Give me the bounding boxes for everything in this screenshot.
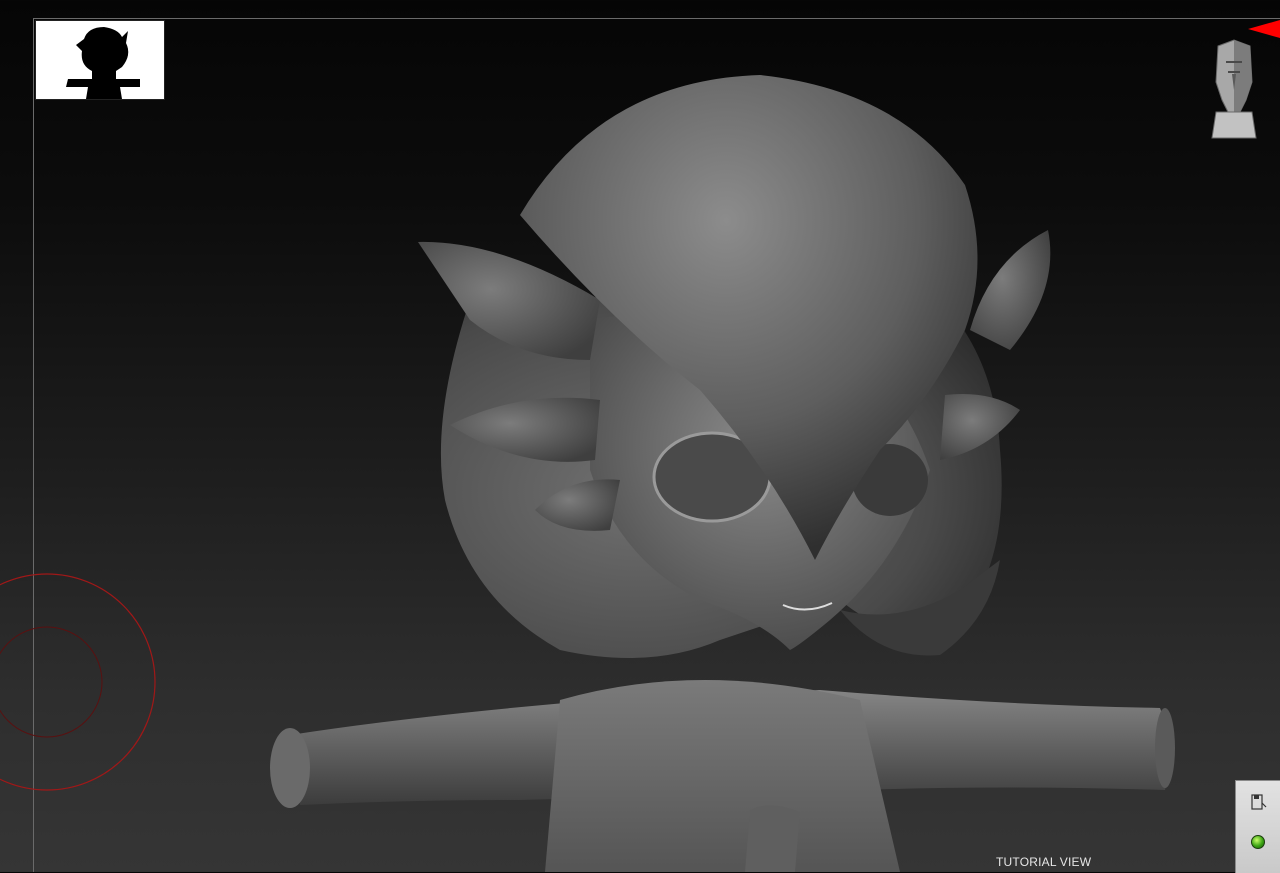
floppy-save-icon[interactable] [1249,793,1267,811]
head-navigation-cube-icon[interactable] [1204,38,1264,144]
model-torso [545,680,900,872]
sculpt-model[interactable] [0,0,1280,872]
brush-cursor-rings [0,573,156,791]
canvas-viewport[interactable]: TUTORIAL VIEW [0,0,1280,873]
red-triangle-marker [1248,20,1280,38]
character-silhouette-icon [66,27,140,99]
canvas-frame-top [33,18,1280,19]
side-tray [1235,780,1280,873]
tutorial-view-label: TUTORIAL VIEW [996,855,1092,869]
silhouette-thumbnail[interactable] [35,20,165,100]
green-status-dot-icon[interactable] [1251,835,1265,849]
